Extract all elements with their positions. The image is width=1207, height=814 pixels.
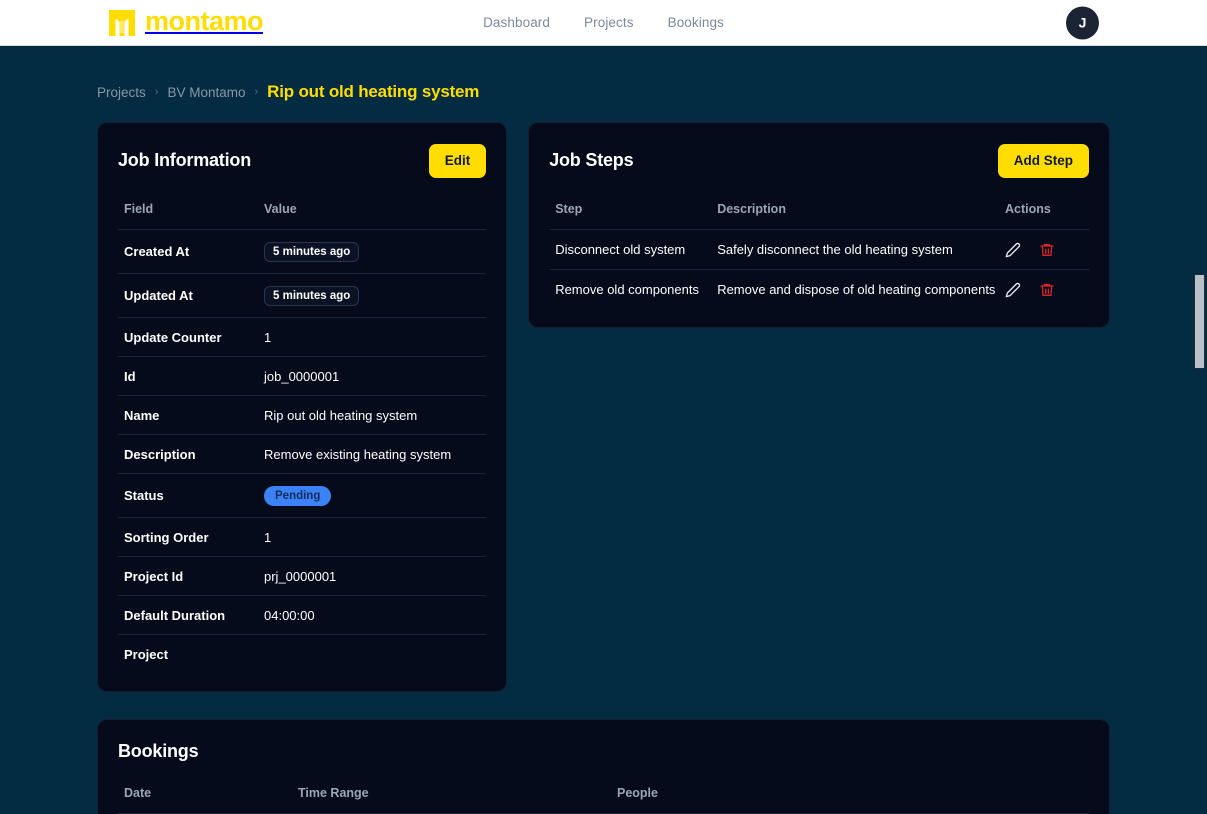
brand-name: montamo	[145, 6, 264, 36]
chevron-right-icon: ›	[254, 86, 259, 98]
field-value: job_0000001	[258, 356, 487, 396]
field-label: Name	[118, 395, 258, 435]
column-header-step: Step	[549, 201, 712, 230]
brand-logo-link[interactable]: montamo	[105, 6, 264, 40]
top-card-row: Job Information Edit Field Value Created…	[97, 122, 1110, 692]
nav-item-bookings[interactable]: Bookings	[668, 15, 724, 30]
step-description: Remove and dispose of old heating compon…	[717, 282, 996, 297]
montamo-bolt-logo-icon	[105, 6, 139, 40]
column-header-value: Value	[258, 201, 487, 230]
column-header-people: People	[611, 785, 1089, 814]
trash-icon[interactable]	[1039, 282, 1055, 298]
table-row: Created At 5 minutes ago	[118, 229, 487, 274]
table-row: Description Remove existing heating syst…	[118, 434, 487, 474]
field-value: 5 minutes ago	[258, 273, 487, 318]
field-label: Update Counter	[118, 317, 258, 357]
job-information-title: Job Information	[118, 150, 251, 171]
step-name: Remove old components	[555, 282, 699, 297]
job-steps-card: Job Steps Add Step Step Description Acti…	[528, 122, 1110, 328]
breadcrumb-item-bv-montamo[interactable]: BV Montamo	[167, 85, 245, 100]
timestamp-badge: 5 minutes ago	[264, 241, 360, 262]
table-row: Id job_0000001	[118, 356, 487, 396]
timestamp-badge: 5 minutes ago	[264, 285, 360, 306]
table-header-row: Date Time Range People	[118, 785, 1089, 814]
field-label: Updated At	[118, 273, 258, 318]
job-information-table: Field Value Created At 5 minutes ago Upd…	[118, 201, 487, 673]
job-steps-table: Step Description Actions Disconnect old …	[549, 201, 1089, 309]
field-value: 04:00:00	[258, 595, 487, 635]
field-value: 1	[258, 517, 487, 557]
field-value: 1	[258, 317, 487, 357]
field-label: Default Duration	[118, 595, 258, 635]
avatar[interactable]: J	[1066, 6, 1099, 39]
bookings-title: Bookings	[118, 740, 199, 761]
breadcrumb-item-projects[interactable]: Projects	[97, 85, 146, 100]
table-row: Disconnect old system Safely disconnect …	[549, 229, 1089, 270]
job-information-header: Job Information Edit	[118, 144, 487, 178]
field-label: Created At	[118, 229, 258, 274]
nav-item-dashboard[interactable]: Dashboard	[483, 15, 550, 30]
status-badge: Pending	[264, 485, 332, 506]
step-actions	[999, 269, 1089, 309]
table-row: Sorting Order 1	[118, 517, 487, 557]
field-label: Id	[118, 356, 258, 396]
table-row: Project	[118, 634, 486, 673]
nav-item-projects[interactable]: Projects	[584, 15, 634, 30]
step-description: Safely disconnect the old heating system	[711, 229, 999, 270]
column-header-actions: Actions	[999, 201, 1089, 230]
add-step-button[interactable]: Add Step	[997, 144, 1089, 178]
field-value: 5 minutes ago	[258, 229, 487, 274]
table-row: Update Counter 1	[118, 317, 487, 357]
bookings-header: Bookings	[118, 741, 1089, 762]
trash-icon[interactable]	[1039, 242, 1055, 258]
field-value: Rip out old heating system	[258, 395, 487, 435]
table-header-row: Field Value	[118, 201, 487, 230]
table-header-row: Step Description Actions	[549, 201, 1089, 230]
table-row: Project Id prj_0000001	[118, 556, 487, 596]
table-row: Default Duration 04:00:00	[118, 595, 487, 635]
field-label: Project	[124, 646, 169, 662]
column-header-time-range: Time Range	[292, 785, 611, 814]
page-scrollbar[interactable]	[1192, 46, 1207, 814]
field-value: Remove existing heating system	[258, 434, 487, 474]
breadcrumb: Projects › BV Montamo › Rip out old heat…	[97, 46, 1110, 122]
column-header-date: Date	[118, 785, 292, 814]
field-label: Description	[118, 434, 258, 474]
field-value	[258, 634, 486, 673]
chevron-right-icon: ›	[154, 86, 159, 98]
step-actions	[999, 229, 1089, 270]
field-label: Status	[118, 473, 258, 518]
page-content: Projects › BV Montamo › Rip out old heat…	[0, 46, 1207, 814]
job-steps-title: Job Steps	[549, 150, 634, 171]
table-row: Status Pending	[118, 473, 487, 518]
job-steps-header: Job Steps Add Step	[549, 144, 1089, 178]
job-information-card: Job Information Edit Field Value Created…	[97, 122, 508, 692]
field-label: Sorting Order	[118, 517, 258, 557]
table-row: Updated At 5 minutes ago	[118, 273, 487, 318]
bookings-card: Bookings Date Time Range People 11.09 8-…	[97, 718, 1110, 814]
column-header-field: Field	[118, 201, 258, 230]
field-value: prj_0000001	[258, 556, 487, 596]
pencil-icon[interactable]	[1005, 242, 1021, 258]
field-value: Pending	[258, 473, 487, 518]
edit-button[interactable]: Edit	[428, 144, 487, 178]
table-row: Name Rip out old heating system	[118, 395, 487, 435]
step-name: Disconnect old system	[549, 229, 712, 270]
top-navigation-bar: montamo Dashboard Projects Bookings J	[0, 0, 1207, 46]
scrollbar-thumb[interactable]	[1194, 274, 1205, 369]
page-title: Rip out old heating system	[267, 82, 480, 101]
column-header-description: Description	[711, 201, 999, 230]
main-nav: Dashboard Projects Bookings	[483, 15, 724, 30]
table-row: Remove old components Remove and dispose…	[549, 269, 1089, 309]
field-label: Project Id	[118, 556, 258, 596]
bookings-table: Date Time Range People 11.09 8-16:00 Kri…	[118, 785, 1089, 814]
pencil-icon[interactable]	[1005, 282, 1021, 298]
